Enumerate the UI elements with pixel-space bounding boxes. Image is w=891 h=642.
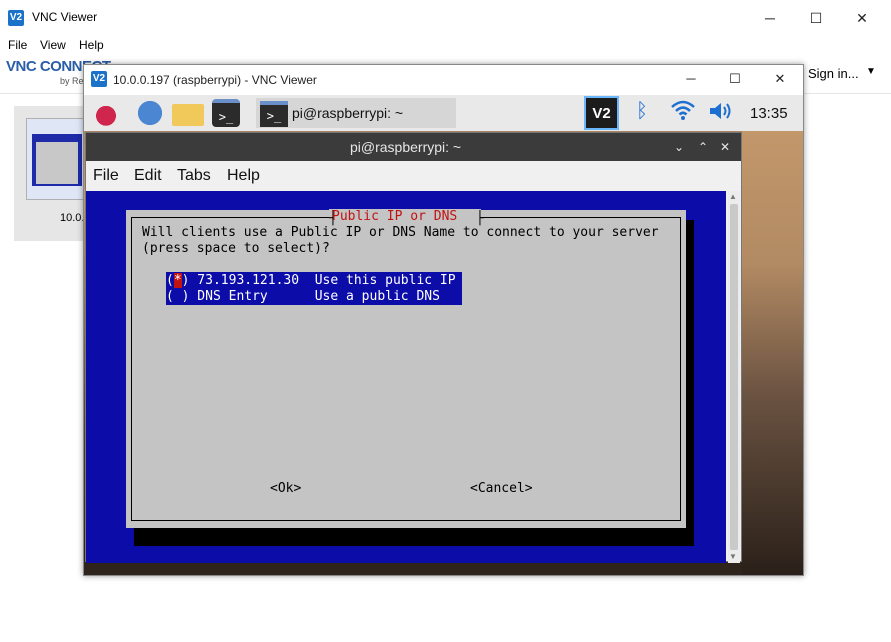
terminal-menu-help[interactable]: Help xyxy=(227,167,260,185)
vnc-logo-icon: V2 xyxy=(8,10,24,26)
outer-window-title: VNC Viewer xyxy=(32,10,98,24)
menu-help[interactable]: Help xyxy=(79,38,104,52)
desktop-wallpaper-bottom xyxy=(84,562,742,575)
scrollbar-thumb[interactable] xyxy=(730,204,738,550)
inner-maximize-button[interactable]: ☐ xyxy=(726,70,744,88)
browser-globe-icon[interactable] xyxy=(136,99,164,127)
option-dns-entry[interactable]: ( ) DNS Entry Use a public DNS xyxy=(166,289,462,305)
terminal-launcher-icon[interactable]: >_ xyxy=(212,99,240,127)
terminal-close-button[interactable]: ✕ xyxy=(716,137,734,157)
chevron-down-icon[interactable]: ▼ xyxy=(866,66,876,77)
outer-close-button[interactable]: ✕ xyxy=(852,8,872,28)
inner-window-title: 10.0.0.197 (raspberrypi) - VNC Viewer xyxy=(113,73,317,87)
inner-close-button[interactable]: ✕ xyxy=(771,70,789,88)
desktop-wallpaper xyxy=(742,131,803,575)
dialog-title: Public IP or DNS xyxy=(332,209,458,224)
dialog-title-right-bracket: ├ xyxy=(476,211,484,226)
terminal-menu-file[interactable]: File xyxy=(93,167,119,185)
menu-file[interactable]: File xyxy=(8,38,27,52)
terminal-menu-edit[interactable]: Edit xyxy=(134,167,162,185)
dialog-question-line1: Will clients use a Public IP or DNS Name… xyxy=(142,225,659,240)
outer-menu-bar xyxy=(0,36,891,54)
wifi-icon[interactable] xyxy=(670,99,696,127)
outer-maximize-button[interactable]: ☐ xyxy=(806,8,826,28)
outer-minimize-button[interactable]: ─ xyxy=(760,8,780,28)
scroll-down-icon[interactable]: ▼ xyxy=(729,552,737,561)
terminal-title: pi@raspberrypi: ~ xyxy=(350,139,462,155)
terminal-menu-tabs[interactable]: Tabs xyxy=(177,167,211,185)
outer-title-bar: V2 VNC Viewer xyxy=(0,0,891,36)
dialog-frame xyxy=(131,217,681,521)
vnc-logo-icon: V2 xyxy=(91,71,107,87)
terminal-chevron-down-icon[interactable]: ⌄ xyxy=(670,137,688,157)
vnc-server-tray-icon[interactable]: V2 xyxy=(584,96,619,130)
raspberry-menu-icon[interactable] xyxy=(92,99,120,127)
volume-icon[interactable] xyxy=(708,100,736,128)
sign-in-button[interactable]: Sign in... xyxy=(808,66,859,81)
scroll-up-icon[interactable]: ▲ xyxy=(729,192,737,201)
inner-minimize-button[interactable]: ─ xyxy=(682,70,700,88)
menu-view[interactable]: View xyxy=(40,38,66,52)
clock: 13:35 xyxy=(750,105,788,122)
thumbnail-dialog xyxy=(36,142,78,184)
terminal-chevron-up-icon[interactable]: ⌃ xyxy=(694,137,712,157)
bluetooth-icon[interactable]: ᛒ xyxy=(636,100,648,123)
dialog-question-line2: (press space to select)? xyxy=(142,241,330,256)
terminal-task-label: pi@raspberrypi: ~ xyxy=(292,105,404,121)
terminal-task-icon: >_ xyxy=(260,101,288,127)
ok-button[interactable]: <Ok> xyxy=(270,481,301,496)
file-manager-folder-icon[interactable] xyxy=(172,104,204,126)
option-public-ip[interactable]: (*) 73.193.121.30 Use this public IP xyxy=(166,273,462,289)
connection-label: 10.0. xyxy=(60,212,85,224)
brand-by: by Re xyxy=(60,76,84,86)
cancel-button[interactable]: <Cancel> xyxy=(470,481,533,496)
